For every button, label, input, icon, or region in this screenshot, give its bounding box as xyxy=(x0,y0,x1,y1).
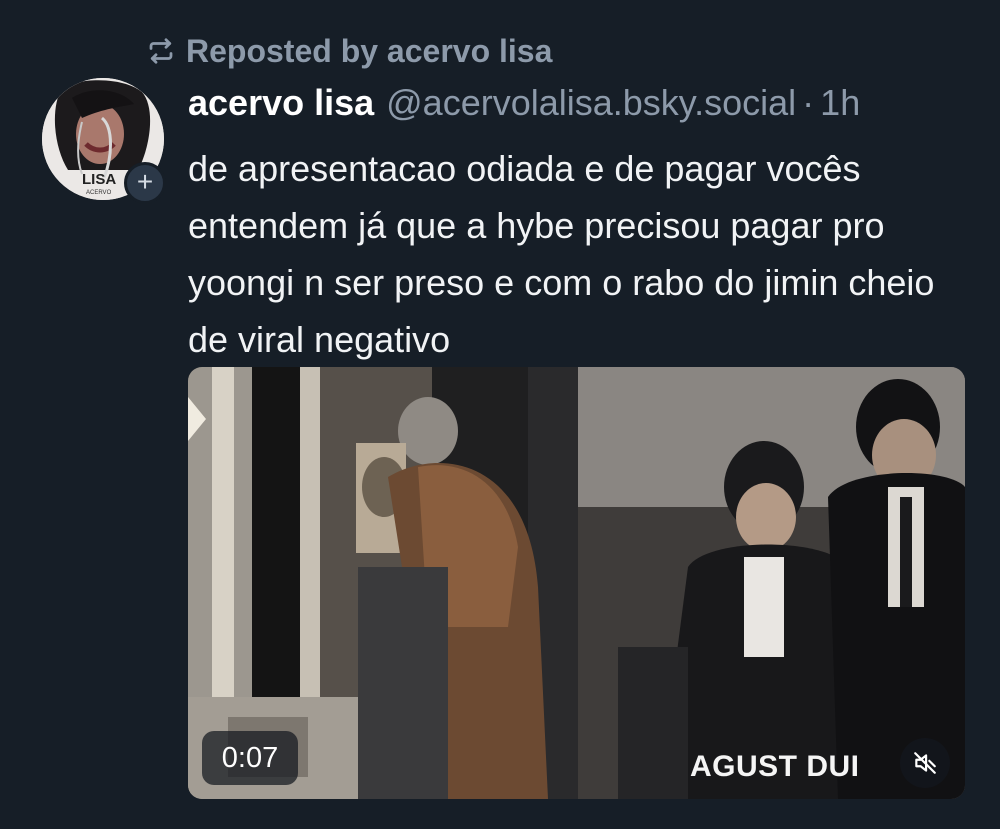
post-text: de apresentacao odiada e de pagar vocês … xyxy=(188,148,935,360)
avatar-logo-text: LISA xyxy=(82,171,116,188)
display-name[interactable]: acervo lisa xyxy=(188,82,374,124)
avatar-logo-subtext: ACERVO xyxy=(86,190,112,196)
video-player[interactable]: 0:07 AGUST DUI xyxy=(188,367,965,799)
repost-indicator[interactable]: Reposted by acervo lisa xyxy=(146,28,552,74)
header-separator: · xyxy=(802,82,815,123)
video-thumbnail xyxy=(188,367,965,799)
post-header: acervo lisa @acervolalisa.bsky.social · … xyxy=(188,82,860,132)
mute-button[interactable] xyxy=(900,738,950,788)
repost-icon xyxy=(149,38,173,64)
video-duration: 0:07 xyxy=(202,731,298,785)
video-caption: AGUST DUI xyxy=(690,750,860,783)
avatar-container[interactable]: LISA ACERVO + xyxy=(42,78,166,204)
feed-page: Reposted by acervo lisa LISA ACERVO + ac… xyxy=(0,0,1000,829)
follow-plus-button[interactable]: + xyxy=(124,162,166,204)
speaker-muted-icon xyxy=(914,752,936,774)
post-timestamp[interactable]: 1h xyxy=(820,82,860,124)
user-handle[interactable]: @acervolalisa.bsky.social xyxy=(386,82,796,124)
repost-label: Reposted by acervo lisa xyxy=(186,32,553,69)
